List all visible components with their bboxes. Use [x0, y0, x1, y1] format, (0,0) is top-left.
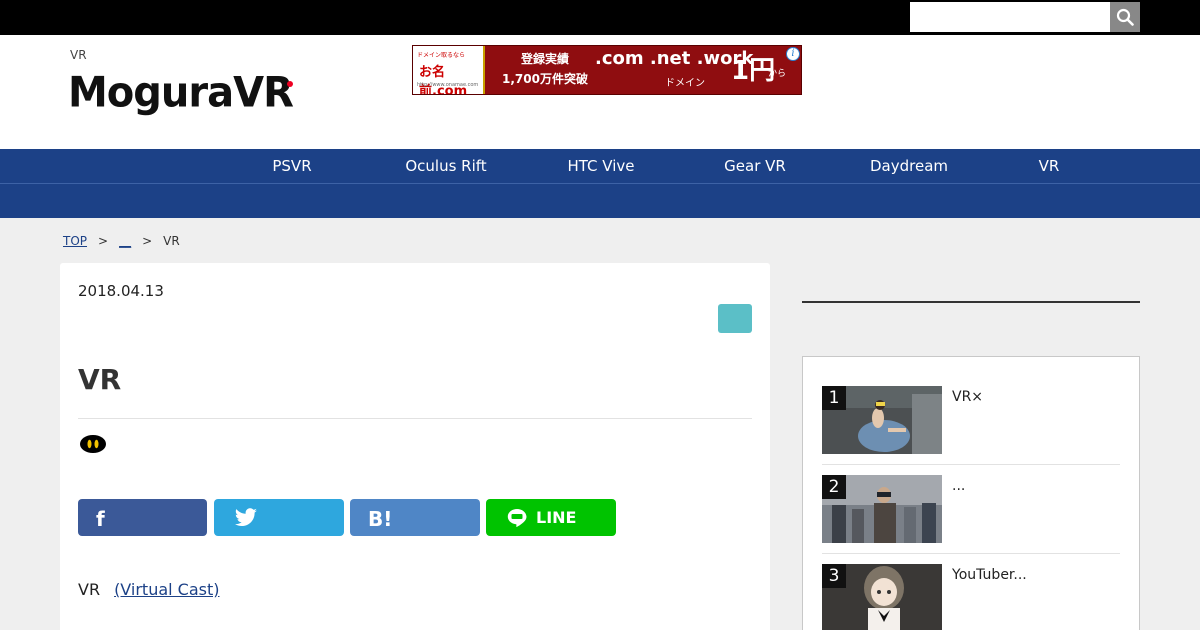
virtual-cast-link[interactable]: (Virtual Cast) [114, 580, 219, 599]
author-avatar-icon[interactable] [79, 434, 107, 454]
nav-item-htc-vive[interactable]: HTC Vive [541, 157, 661, 175]
breadcrumb-separator: > [98, 234, 109, 248]
ranking-title[interactable]: YouTuber... [952, 567, 1027, 583]
ad-left-panel: ドメイン取るなら お名前.com http://www.onamae.com [413, 46, 485, 95]
ad-mid-line1: 登録実績 [520, 52, 569, 66]
share-line-button[interactable]: LINE [486, 499, 616, 536]
ranking-thumbnail[interactable]: 1 [822, 386, 942, 454]
ad-price-unit: から [768, 69, 787, 79]
breadcrumb-current: VR [163, 234, 180, 248]
ranking-number: 1 [822, 386, 846, 410]
main-nav: PSVR Oculus Rift HTC Vive Gear VR Daydre… [0, 149, 1200, 218]
line-label: LINE [536, 508, 577, 527]
nav-item-vr[interactable]: VR [989, 157, 1109, 175]
facebook-icon: f [96, 507, 105, 531]
ranking-divider [822, 464, 1120, 465]
line-icon [507, 509, 527, 527]
article-body-prefix: VR [78, 580, 101, 599]
ad-brand-logo: お名前.com [419, 65, 468, 95]
ranking-thumbnail[interactable]: 3 [822, 564, 942, 630]
site-tagline: VR [70, 48, 87, 62]
ranking-divider [822, 553, 1120, 554]
article-title: VR [78, 363, 122, 396]
ad-left-url: http://www.onamae.com [417, 82, 479, 88]
ranking-thumbnail[interactable]: 2 [822, 475, 942, 543]
search-input[interactable] [910, 2, 1110, 32]
article-card: 2018.04.13 VR f B! LINE VR (Virtual Cast) [60, 263, 770, 630]
ad-left-top-text: ドメイン取るなら [417, 52, 466, 59]
ranking-number: 2 [822, 475, 846, 499]
ranking-title[interactable]: ... [952, 478, 965, 494]
ad-banner[interactable]: ドメイン取るなら お名前.com http://www.onamae.com 登… [412, 45, 802, 95]
share-facebook-button[interactable]: f [78, 499, 207, 536]
breadcrumb-category-link[interactable]: __ [119, 234, 131, 248]
nav-item-daydream[interactable]: Daydream [849, 157, 969, 175]
nav-divider [0, 183, 1200, 184]
hatena-bookmark-icon: B! [368, 507, 393, 531]
site-logo[interactable]: MoguraVR [68, 68, 294, 118]
search-icon [1116, 8, 1134, 26]
ad-domains: .com .net .work [595, 48, 754, 69]
ranking-number: 3 [822, 564, 846, 588]
twitter-bird-icon [234, 508, 257, 526]
ranking-panel: 1 VR× 2 ... 3 YouTuber... [802, 356, 1140, 630]
article-body-text: VR (Virtual Cast) [78, 580, 220, 599]
logo-accent [287, 81, 293, 87]
site-header: VR MoguraVR ドメイン取るなら お名前.com http://www.… [0, 35, 1200, 149]
breadcrumb-top-link[interactable]: TOP [63, 234, 87, 248]
sidebar-heading-rule [802, 301, 1140, 303]
article-date: 2018.04.13 [78, 282, 164, 300]
breadcrumb-separator: > [142, 234, 153, 248]
ad-mid-line2: 1,700万件突破 [502, 72, 588, 86]
ad-info-icon[interactable]: i [786, 47, 800, 61]
search-button[interactable] [1110, 2, 1140, 32]
ad-mid-text: 登録実績 1,700万件突破 [497, 50, 593, 87]
nav-item-oculus-rift[interactable]: Oculus Rift [386, 157, 506, 175]
ad-domain-sub: ドメイン [665, 78, 705, 89]
nav-item-psvr[interactable]: PSVR [232, 157, 352, 175]
category-badge[interactable] [718, 304, 752, 333]
title-divider [78, 418, 752, 419]
share-hatena-button[interactable]: B! [350, 499, 480, 536]
share-twitter-button[interactable] [214, 499, 344, 536]
nav-item-gear-vr[interactable]: Gear VR [695, 157, 815, 175]
ranking-title[interactable]: VR× [952, 389, 983, 405]
breadcrumb: TOP > __ > VR [63, 234, 180, 248]
